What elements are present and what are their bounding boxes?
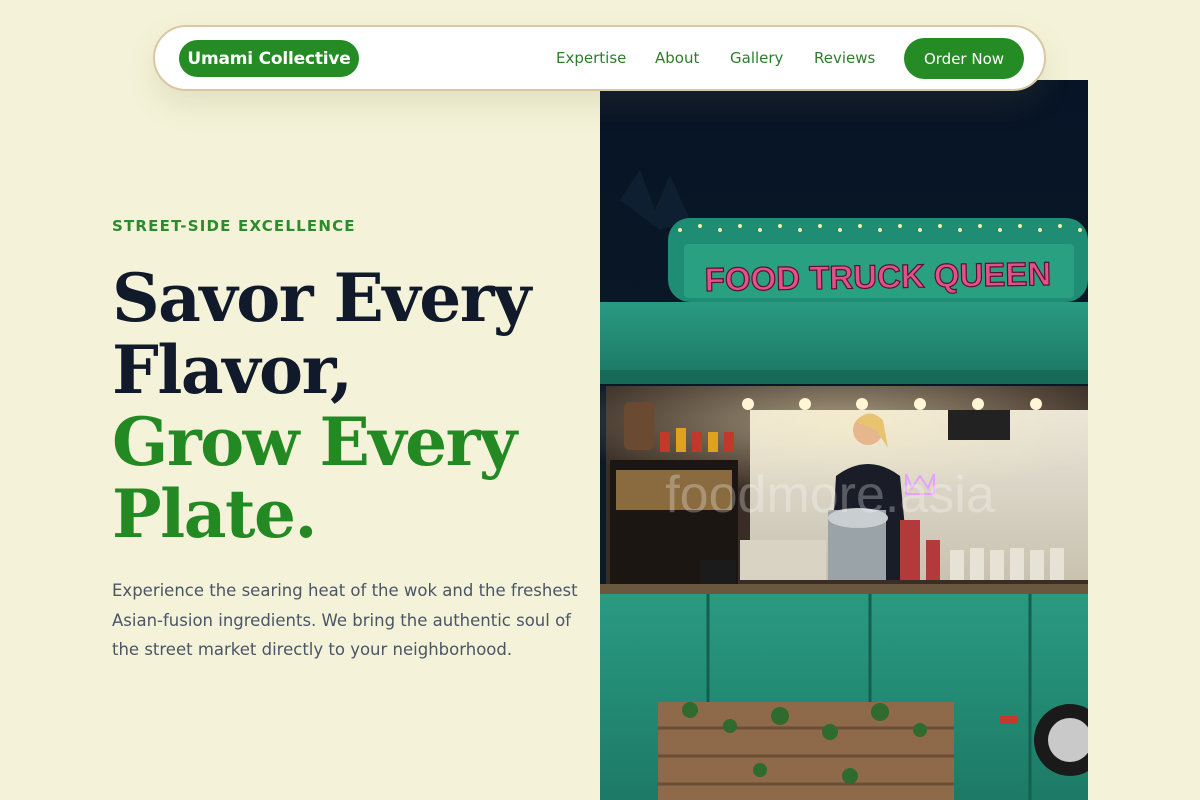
navbar: Umami Collective Expertise About Gallery… (153, 25, 1046, 91)
hero-description: Experience the searing heat of the wok a… (112, 581, 578, 659)
hero-image: FOOD TRUCK QUEEN foodmore.asia (600, 80, 1088, 800)
headline-line-1: Savor Every (112, 259, 531, 337)
nav-link-expertise[interactable]: Expertise (556, 49, 626, 67)
headline-line-4: Plate. (112, 475, 317, 553)
brand-logo[interactable]: Umami Collective (179, 40, 359, 77)
nav-link-about[interactable]: About (655, 49, 699, 67)
image-watermark: foodmore.asia (665, 466, 995, 524)
sign-text: FOOD TRUCK QUEEN (704, 255, 1051, 298)
nav-link-gallery[interactable]: Gallery (730, 49, 783, 67)
headline-line-3: Grow Every (112, 403, 517, 481)
headline-line-2: Flavor, (112, 331, 353, 409)
order-now-button[interactable]: Order Now (904, 38, 1024, 79)
nav-link-reviews[interactable]: Reviews (814, 49, 875, 67)
hero-eyebrow: STREET-SIDE EXCELLENCE (112, 217, 356, 235)
hero-headline: Savor Every Flavor, Grow Every Plate. (112, 259, 531, 553)
